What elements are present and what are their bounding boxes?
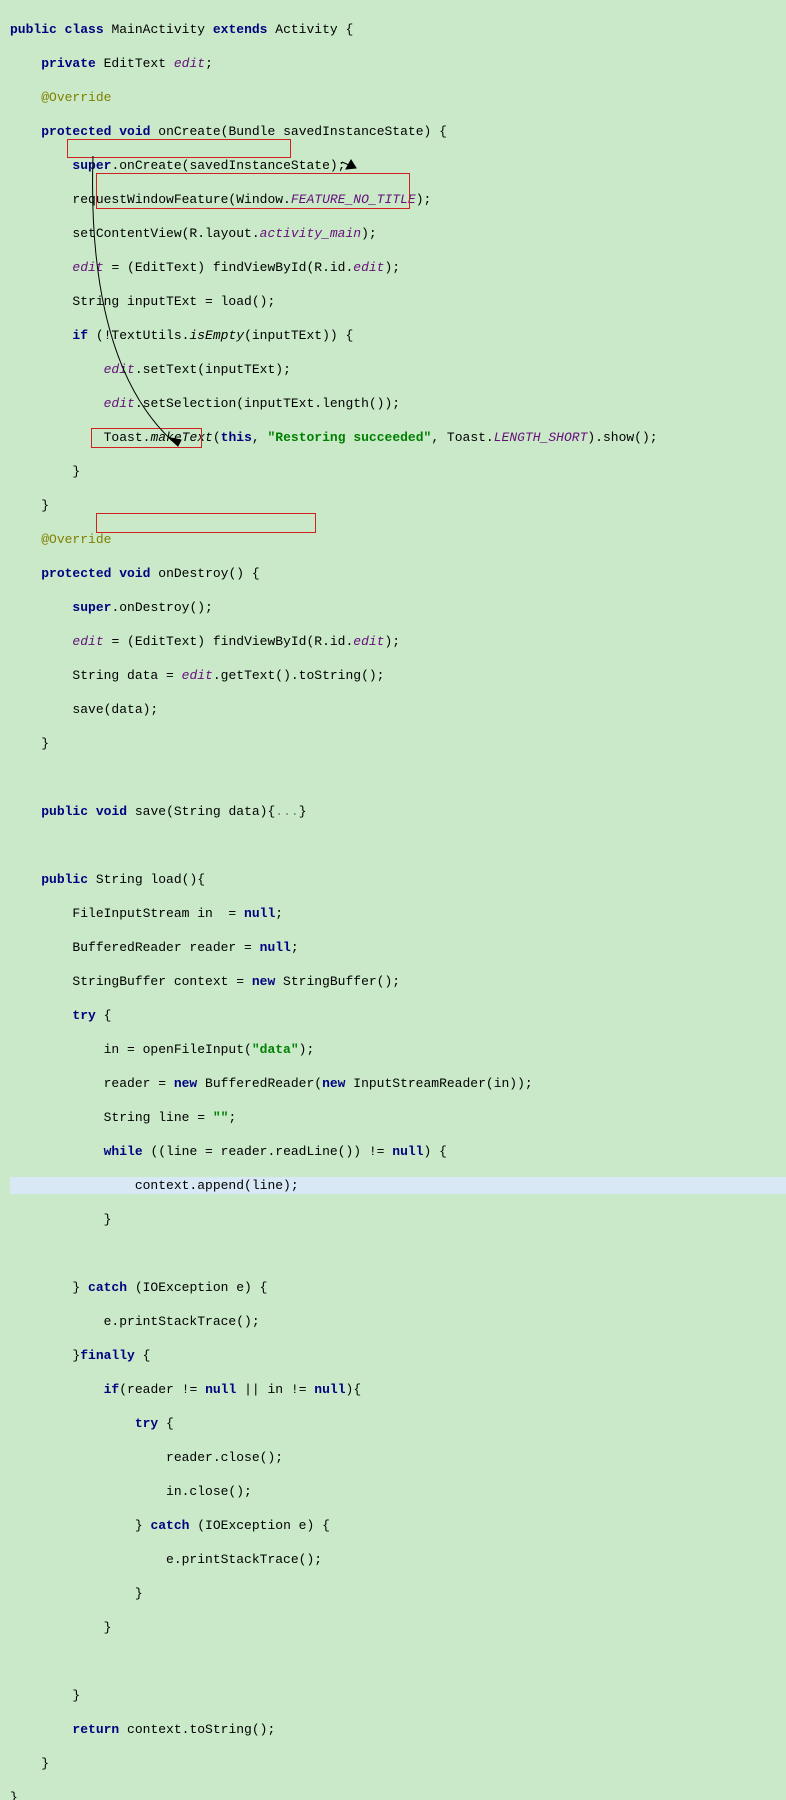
code-line: } catch (IOException e) { [10,1279,786,1296]
code-line: protected void onDestroy() { [10,565,786,582]
code-line: return context.toString(); [10,1721,786,1738]
highlight-box-load-call [67,139,291,158]
code-line: while ((line = reader.readLine()) != nul… [10,1143,786,1160]
code-line: BufferedReader reader = null; [10,939,786,956]
code-line: protected void onCreate(Bundle savedInst… [10,123,786,140]
code-line: save(data); [10,701,786,718]
code-line: }finally { [10,1347,786,1364]
code-line: } [10,463,786,480]
code-line: e.printStackTrace(); [10,1313,786,1330]
code-line [10,837,786,854]
code-line: @Override [10,89,786,106]
code-line: StringBuffer context = new StringBuffer(… [10,973,786,990]
code-line [10,1245,786,1262]
code-line: @Override [10,531,786,548]
code-line: setContentView(R.layout.activity_main); [10,225,786,242]
code-line: edit = (EditText) findViewById(R.id.edit… [10,259,786,276]
code-line: edit = (EditText) findViewById(R.id.edit… [10,633,786,650]
code-line: in = openFileInput("data"); [10,1041,786,1058]
code-line [10,1653,786,1670]
code-line: String line = ""; [10,1109,786,1126]
code-line: try { [10,1415,786,1432]
code-line [10,769,786,786]
code-line: if (!TextUtils.isEmpty(inputTExt)) { [10,327,786,344]
code-line-highlighted: context.append(line); [10,1177,786,1194]
code-line: } [10,1619,786,1636]
code-line: } [10,735,786,752]
code-line: } [10,497,786,514]
code-line: } [10,1585,786,1602]
code-line: edit.setText(inputTExt); [10,361,786,378]
code-line: Toast.makeText(this, "Restoring succeede… [10,429,786,446]
code-line: e.printStackTrace(); [10,1551,786,1568]
code-line: super.onDestroy(); [10,599,786,616]
code-line: String data = edit.getText().toString(); [10,667,786,684]
highlight-box-openfile [96,513,316,533]
code-line: public void save(String data){...} [10,803,786,820]
code-line: } [10,1687,786,1704]
code-line: } catch (IOException e) { [10,1517,786,1534]
code-line: super.onCreate(savedInstanceState); [10,157,786,174]
code-line: String inputTExt = load(); [10,293,786,310]
code-line: } [10,1755,786,1772]
code-line: requestWindowFeature(Window.FEATURE_NO_T… [10,191,786,208]
code-line: FileInputStream in = null; [10,905,786,922]
code-line: } [10,1789,786,1800]
code-line: public class MainActivity extends Activi… [10,21,786,38]
code-editor: public class MainActivity extends Activi… [0,0,786,1800]
code-line: in.close(); [10,1483,786,1500]
code-line: try { [10,1007,786,1024]
code-line: } [10,1211,786,1228]
code-line: private EditText edit; [10,55,786,72]
code-line: if(reader != null || in != null){ [10,1381,786,1398]
code-line: public String load(){ [10,871,786,888]
code-line: reader.close(); [10,1449,786,1466]
code-line: edit.setSelection(inputTExt.length()); [10,395,786,412]
code-line: reader = new BufferedReader(new InputStr… [10,1075,786,1092]
